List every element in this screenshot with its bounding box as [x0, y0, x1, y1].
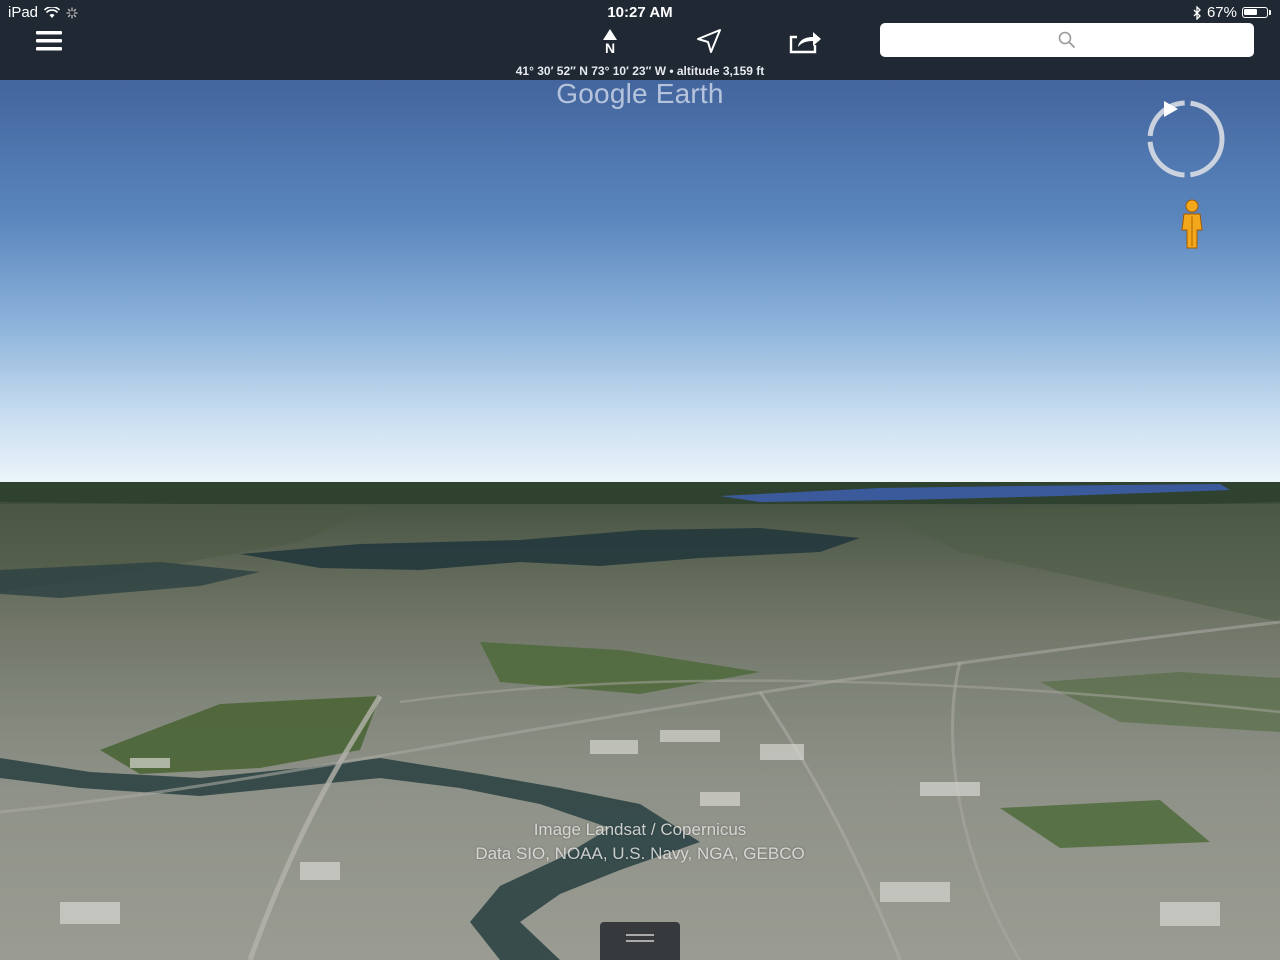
attribution-line-1: Image Landsat / Copernicus: [533, 820, 747, 839]
greenery-east: [880, 502, 1280, 622]
menu-button[interactable]: [30, 24, 68, 58]
street-view-pegman-icon[interactable]: [1178, 198, 1206, 250]
bluetooth-icon: [1193, 5, 1201, 20]
battery-percent: 67%: [1206, 4, 1237, 21]
share-icon: [789, 32, 821, 54]
google-earth-watermark: Google Earth: [556, 78, 724, 109]
aerial-terrain[interactable]: [0, 482, 1280, 960]
battery-icon: [1242, 7, 1271, 18]
bottom-drawer-handle[interactable]: [600, 922, 680, 960]
imagery-attribution: Image Landsat / Copernicus Data SIO, NOA…: [0, 818, 1280, 866]
grip-line: [626, 940, 654, 942]
search-field[interactable]: [880, 23, 1254, 57]
share-button[interactable]: [784, 24, 828, 58]
battery-level: [1244, 9, 1257, 15]
search-input[interactable]: [880, 23, 1254, 57]
clock: 10:27 AM: [607, 4, 673, 21]
east-park: [1040, 672, 1280, 732]
compass-ring-icon[interactable]: [1142, 95, 1230, 183]
attribution-line-2: Data SIO, NOAA, U.S. Navy, NGA, GEBCO: [475, 844, 805, 863]
grip-line: [626, 934, 654, 936]
location-arrow-icon: [697, 29, 721, 53]
terrain-imagery: [0, 482, 1280, 960]
top-toolbar: iPad 10:27 AM 67% N 41° 30′ 52″ N 73° 10…: [0, 0, 1280, 80]
my-location-button[interactable]: [690, 24, 728, 58]
north-reset-button[interactable]: N: [594, 24, 626, 58]
hamburger-menu-icon: [36, 31, 62, 51]
bay-water: [240, 528, 860, 570]
north-arrow-icon: [603, 28, 617, 40]
north-label: N: [604, 39, 616, 56]
park-green: [480, 642, 760, 694]
earth-view[interactable]: Google Earth Image Landsat / Copernicus …: [0, 0, 1280, 960]
coordinates-readout: 41° 30′ 52″ N 73° 10′ 23″ W • altitude 3…: [515, 64, 765, 78]
status-right: 67%: [1193, 4, 1271, 21]
